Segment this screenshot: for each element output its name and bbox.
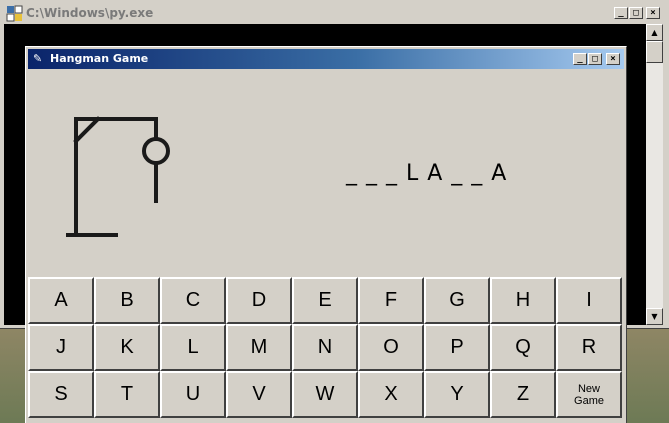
letter-button-g[interactable]: G <box>424 277 490 324</box>
letter-button-m[interactable]: M <box>226 324 292 371</box>
letter-button-w[interactable]: W <box>292 371 358 418</box>
gallows-drawing <box>66 116 170 237</box>
maximize-button[interactable]: □ <box>629 7 643 19</box>
hangman-titlebar[interactable]: ✎ Hangman Game _ □ × <box>28 49 624 69</box>
scroll-up-icon[interactable]: ▲ <box>646 24 663 41</box>
minimize-button[interactable]: _ <box>614 7 628 19</box>
scroll-down-icon[interactable]: ▼ <box>646 308 663 325</box>
letter-button-z[interactable]: Z <box>490 371 556 418</box>
scrollbar-thumb[interactable] <box>646 41 663 63</box>
letter-keyboard: A B C D E F G H I J K L M N O P Q R S T U V W X Y Z New Game <box>28 277 624 422</box>
python-icon <box>6 5 23 22</box>
letter-button-u[interactable]: U <box>160 371 226 418</box>
letter-button-k[interactable]: K <box>94 324 160 371</box>
console-title: C:\Windows\py.exe <box>26 6 154 20</box>
letter-button-b[interactable]: B <box>94 277 160 324</box>
letter-button-n[interactable]: N <box>292 324 358 371</box>
letter-button-r[interactable]: R <box>556 324 622 371</box>
letter-button-s[interactable]: S <box>28 371 94 418</box>
hangman-canvas: _ _ _ L A _ _ A <box>28 69 624 277</box>
console-scrollbar[interactable]: ▲ ▼ <box>646 24 663 325</box>
close-button[interactable]: × <box>646 7 660 19</box>
word-display: _ _ _ L A _ _ A <box>346 161 508 186</box>
letter-button-j[interactable]: J <box>28 324 94 371</box>
hangman-maximize-button[interactable]: □ <box>588 53 602 65</box>
letter-button-y[interactable]: Y <box>424 371 490 418</box>
hangman-title: Hangman Game <box>50 52 149 65</box>
letter-button-x[interactable]: X <box>358 371 424 418</box>
letter-button-o[interactable]: O <box>358 324 424 371</box>
hangman-window: ✎ Hangman Game _ □ × _ _ _ L A _ _ A ABC… <box>25 46 627 423</box>
feather-icon: ✎ <box>33 52 43 65</box>
hangman-head <box>142 137 170 165</box>
hangman-minimize-button[interactable]: _ <box>573 53 587 65</box>
letter-button-l[interactable]: L <box>160 324 226 371</box>
letter-button-v[interactable]: V <box>226 371 292 418</box>
gallows-brace <box>73 116 101 144</box>
letter-button-q[interactable]: Q <box>490 324 556 371</box>
letter-button-p[interactable]: P <box>424 324 490 371</box>
letter-button-a[interactable]: A <box>28 277 94 324</box>
letter-button-t[interactable]: T <box>94 371 160 418</box>
hangman-close-button[interactable]: × <box>606 53 620 65</box>
letter-button-d[interactable]: D <box>226 277 292 324</box>
letter-button-c[interactable]: C <box>160 277 226 324</box>
console-titlebar[interactable]: C:\Windows\py.exe _ □ × <box>2 2 667 24</box>
letter-button-i[interactable]: I <box>556 277 622 324</box>
letter-button-e[interactable]: E <box>292 277 358 324</box>
letter-button-h[interactable]: H <box>490 277 556 324</box>
new-game-button[interactable]: New Game <box>556 371 622 418</box>
letter-button-f[interactable]: F <box>358 277 424 324</box>
